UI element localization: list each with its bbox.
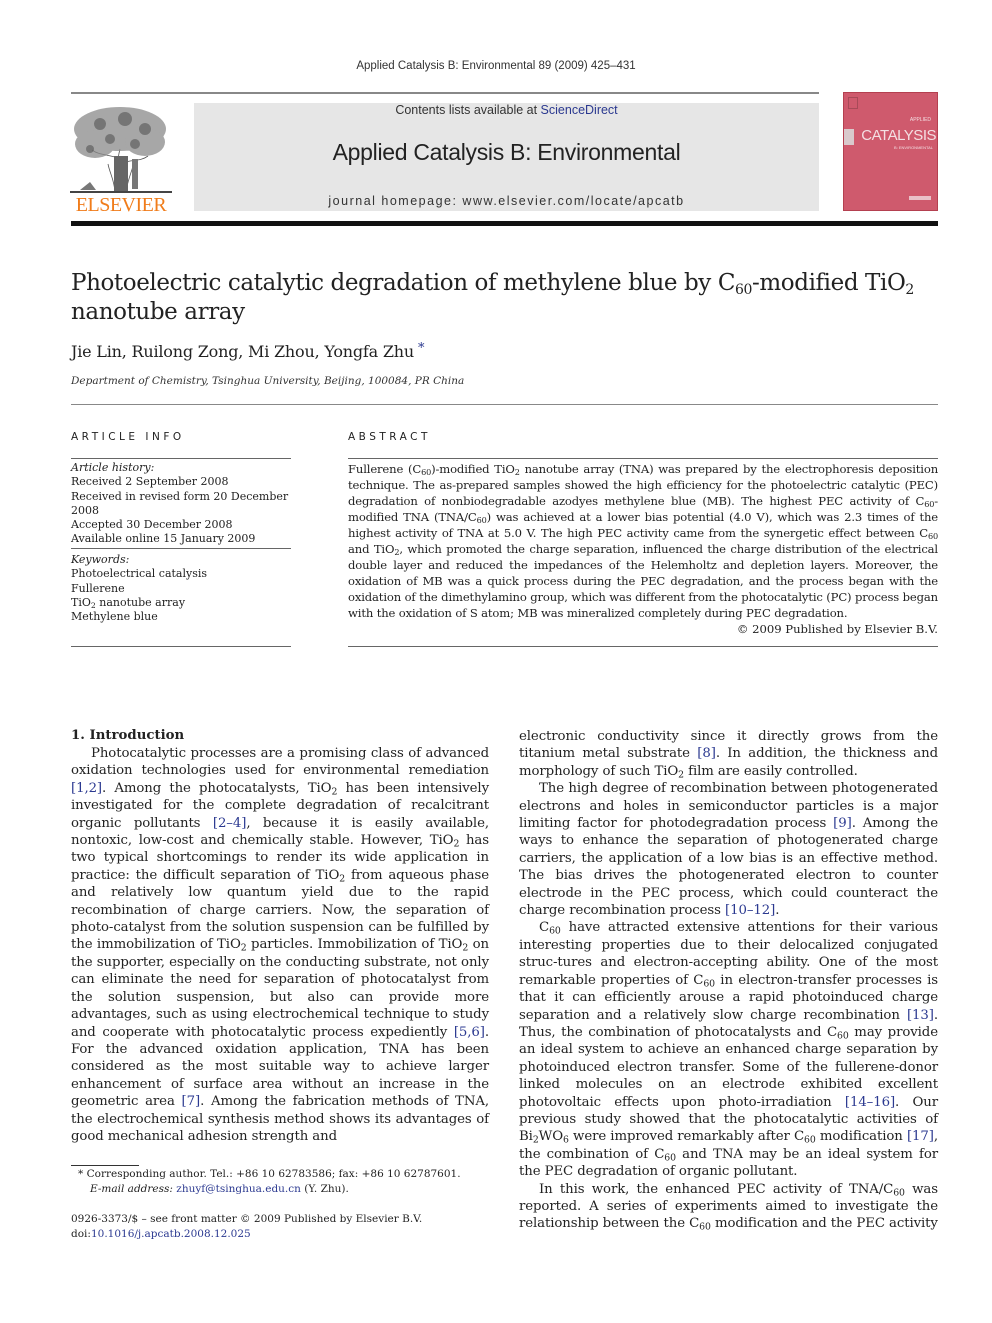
section-heading-introduction: 1. Introduction xyxy=(71,728,185,743)
article-history: Article history: Received 2 September 20… xyxy=(71,461,301,547)
citation-link[interactable]: [2–4] xyxy=(213,816,247,831)
author-list: Jie Lin, Ruilong Zong, Mi Zhou, Yongfa Z… xyxy=(71,341,424,361)
title-text-3: nanotube array xyxy=(71,299,245,325)
body-paragraph: C60 have attracted extensive attentions … xyxy=(519,920,939,1180)
journal-cover-thumbnail[interactable]: APPLIED CATALYSIS B: ENVIRONMENTAL xyxy=(843,92,938,211)
title-text-1: Photoelectric catalytic degradation of m… xyxy=(71,270,736,296)
citation-link[interactable]: [5,6] xyxy=(454,1025,485,1040)
footnote-divider xyxy=(71,1165,139,1166)
email-label: E-mail address: xyxy=(90,1183,177,1195)
article-info-divider xyxy=(71,458,291,459)
abstract-divider xyxy=(348,458,938,459)
citation-link[interactable]: [10–12] xyxy=(725,903,775,918)
article-info-heading: ARTICLE INFO xyxy=(71,431,185,443)
citation-link[interactable]: [1,2] xyxy=(71,781,102,796)
history-received: Received 2 September 2008 xyxy=(71,475,229,489)
keyword-item: TiO2 nanotube array xyxy=(71,595,186,610)
doi-link[interactable]: 10.1016/j.apcatb.2008.12.025 xyxy=(91,1228,251,1240)
title-subscript-60: 60 xyxy=(735,282,753,298)
body-column-left: Photocatalytic processes are a promising… xyxy=(71,745,489,1145)
email-suffix: (Y. Zhu). xyxy=(300,1183,349,1195)
front-matter-note: 0926-3373/$ – see front matter © 2009 Pu… xyxy=(71,1213,423,1225)
title-subscript-2: 2 xyxy=(905,282,914,298)
keywords: Keywords: Photoelectrical catalysis Full… xyxy=(71,553,301,624)
doi-line: doi:10.1016/j.apcatb.2008.12.025 xyxy=(71,1227,251,1242)
citation-link[interactable]: [13] xyxy=(907,1008,934,1023)
journal-title: Applied Catalysis B: Environmental xyxy=(332,139,681,165)
title-divider xyxy=(71,404,938,405)
header-top-divider xyxy=(71,92,819,94)
body-paragraph: Photocatalytic processes are a promising… xyxy=(71,746,490,1144)
cover-footer-logo xyxy=(909,196,931,200)
keyword-item: Methylene blue xyxy=(71,610,158,624)
citation-link[interactable]: [17] xyxy=(907,1129,934,1144)
email-link[interactable]: zhuyf@tsinghua.edu.cn xyxy=(176,1183,301,1195)
keyword-item: Photoelectrical catalysis xyxy=(71,567,208,581)
corresponding-author-marker[interactable]: * xyxy=(418,341,425,356)
authors-text: Jie Lin, Ruilong Zong, Mi Zhou, Yongfa Z… xyxy=(71,342,414,361)
cover-publisher-icon xyxy=(848,97,858,109)
journal-homepage-link[interactable]: journal homepage: www.elsevier.com/locat… xyxy=(194,194,819,208)
body-paragraph: In this work, the enhanced PEC activity … xyxy=(519,1181,938,1233)
keyword-item: Fullerene xyxy=(71,581,125,595)
abstract-heading: ABSTRACT xyxy=(348,431,431,443)
affiliation: Department of Chemistry, Tsinghua Univer… xyxy=(71,375,465,387)
history-accepted: Accepted 30 December 2008 xyxy=(71,518,233,532)
corresponding-author-footnote: * Corresponding author. Tel.: +86 10 627… xyxy=(78,1168,461,1180)
citation-link[interactable]: [7] xyxy=(182,1094,201,1109)
cover-top-text: APPLIED xyxy=(909,117,931,123)
citation-link[interactable]: [8] xyxy=(697,746,716,761)
tree-icon xyxy=(70,107,172,193)
contents-prefix: Contents lists available at xyxy=(395,103,541,117)
body-paragraph: electronic conductivity since it directl… xyxy=(519,729,938,781)
elsevier-wordmark: ELSEVIER xyxy=(75,194,167,216)
body-paragraph: The high degree of recombination between… xyxy=(519,781,938,919)
keywords-label: Keywords: xyxy=(71,553,130,566)
abstract-text: Fullerene (C60)-modified TiO2 nanotube a… xyxy=(348,462,939,620)
doi-prefix: doi: xyxy=(71,1228,91,1240)
keywords-divider xyxy=(71,548,291,549)
history-revised: Received in revised form 20 December 200… xyxy=(71,489,289,517)
article-history-label: Article history: xyxy=(71,461,155,474)
history-online: Available online 15 January 2009 xyxy=(71,532,256,546)
article-title: Photoelectric catalytic degradation of m… xyxy=(71,269,941,327)
header-bottom-divider xyxy=(71,221,938,226)
cover-title: CATALYSIS xyxy=(861,127,936,144)
article-info-bottom-divider xyxy=(71,646,291,647)
contents-availability: Contents lists available at ScienceDirec… xyxy=(194,103,819,117)
cover-subtitle: B: ENVIRONMENTAL xyxy=(893,145,933,150)
abstract-bottom-divider xyxy=(348,646,938,647)
citation-link[interactable]: [9] xyxy=(833,816,852,831)
running-head: Applied Catalysis B: Environmental 89 (2… xyxy=(356,60,636,72)
email-footnote: E-mail address: zhuyf@tsinghua.edu.cn (Y… xyxy=(90,1182,349,1197)
body-column-right: electronic conductivity since it directl… xyxy=(519,728,938,1233)
sciencedirect-link[interactable]: ScienceDirect xyxy=(541,103,618,117)
abstract-copyright: © 2009 Published by Elsevier B.V. xyxy=(736,622,938,636)
title-text-2: -modified TiO xyxy=(752,270,906,296)
citation-link[interactable]: [14–16] xyxy=(845,1095,895,1110)
